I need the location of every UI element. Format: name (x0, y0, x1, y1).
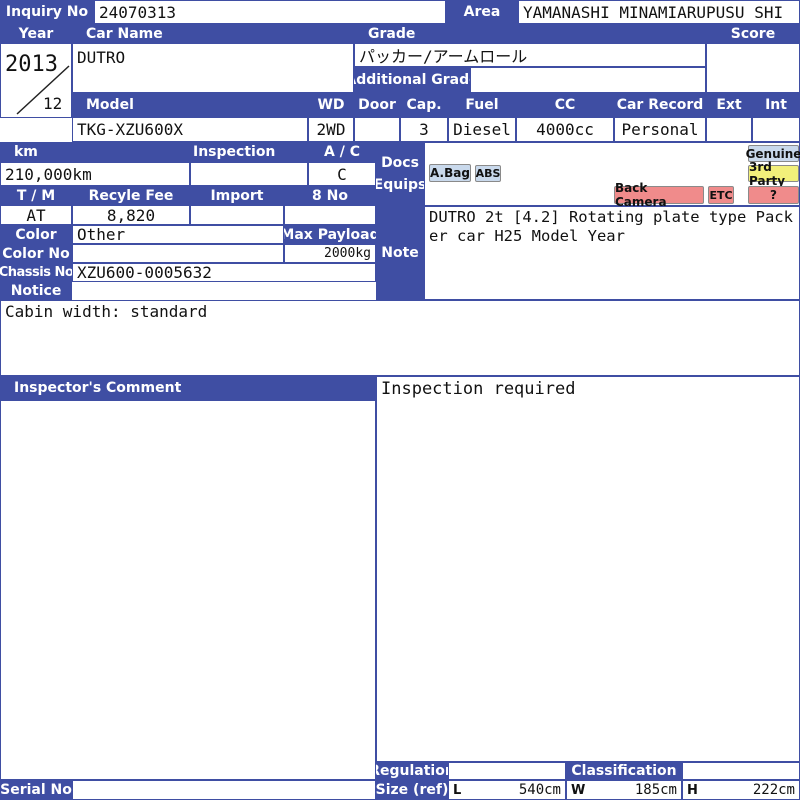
wd-value: 2WD (308, 117, 354, 142)
score-label: Score (706, 24, 800, 43)
eight-no-label: 8 No (284, 186, 376, 205)
eight-no-value (284, 205, 376, 225)
tm-label: T / M (0, 186, 72, 205)
regulation-value (448, 762, 566, 780)
ext-label: Ext (706, 93, 752, 117)
size-h-value: 222cm (752, 782, 795, 798)
fuel-label: Fuel (448, 93, 516, 117)
car-name-label: Car Name (72, 24, 354, 43)
door-value (354, 117, 400, 142)
ext-value (706, 117, 752, 142)
grade-value: パッカー/アームロール (354, 43, 706, 67)
cap-label: Cap. (400, 93, 448, 117)
notice-value: Cabin width: standard (0, 300, 800, 376)
wd-label: WD (308, 93, 354, 117)
km-label: km (0, 142, 190, 162)
regulation-label: Regulation (376, 762, 448, 780)
back-camera-tag: Back Camera (614, 181, 704, 209)
size-l-cell: L 540cm (448, 780, 566, 800)
size-w-value: 185cm (634, 782, 677, 798)
unknown-tag: ? (748, 186, 799, 204)
size-l-label: L (453, 782, 462, 798)
size-w-cell: W 185cm (566, 780, 682, 800)
ac-label: A / C (308, 142, 376, 162)
recycle-fee-value: 8,820 (72, 205, 190, 225)
color-no-label: Color No (0, 244, 72, 263)
area-value: YAMANASHI MINAMIARUPUSU SHI (518, 0, 800, 24)
import-label: Import (190, 186, 284, 205)
note-value: DUTRO 2t [4.2] Rotating plate type Packe… (424, 206, 800, 300)
ac-value: C (308, 162, 376, 186)
km-value: 210,000km (0, 162, 190, 186)
year-value: 2013 (5, 52, 58, 77)
size-h-label: H (687, 782, 698, 798)
notice-label: Notice (0, 282, 72, 300)
inspectors-comment-left (0, 400, 376, 780)
abs-tag: ABS (475, 165, 501, 182)
chassis-no-label: Chassis No (0, 263, 72, 282)
inspectors-comment-right: Inspection required (376, 376, 800, 762)
int-value (752, 117, 800, 142)
score-value (706, 43, 800, 93)
serial-no-value (72, 780, 376, 800)
chassis-no-value: XZU600-0005632 (72, 263, 376, 282)
equips-label: Equips (376, 177, 424, 193)
recycle-fee-label: Recyle Fee (72, 186, 190, 205)
car-name-value: DUTRO (72, 43, 354, 93)
inquiry-no-value: 24070313 (94, 0, 446, 24)
docs-label: Docs (381, 155, 419, 171)
size-l-value: 540cm (518, 782, 561, 798)
year-box: 2013 12 (0, 43, 72, 118)
inspection-value (190, 162, 308, 186)
grade-label: Grade (354, 24, 706, 43)
docs-equips-label: Docs Equips (376, 142, 424, 206)
model-label: Model (72, 93, 308, 117)
tm-value: AT (0, 205, 72, 225)
car-record-value: Personal (614, 117, 706, 142)
size-h-cell: H 222cm (682, 780, 800, 800)
size-w-label: W (571, 782, 586, 798)
etc-tag: ETC (708, 186, 734, 204)
size-ref-label: Size (ref) (376, 780, 448, 800)
note-label: Note (376, 206, 424, 300)
inspection-label: Inspection (190, 142, 308, 162)
cc-label: CC (516, 93, 614, 117)
serial-no-label: Serial No (0, 780, 72, 800)
model-value: TKG-XZU600X (72, 117, 308, 142)
year-label: Year (0, 24, 72, 43)
max-payload-label: Max Payload (284, 225, 376, 244)
classification-label: Classification (566, 762, 682, 780)
color-no-value (72, 244, 284, 263)
int-label: Int (752, 93, 800, 117)
inquiry-no-label: Inquiry No (0, 0, 94, 24)
import-value (190, 205, 284, 225)
airbag-tag: A.Bag (429, 164, 471, 182)
cap-value: 3 (400, 117, 448, 142)
door-label: Door (354, 93, 400, 117)
classification-value (682, 762, 800, 780)
area-label: Area (446, 0, 518, 24)
cc-value: 4000cc (516, 117, 614, 142)
car-record-label: Car Record (614, 93, 706, 117)
additional-grade-value (470, 67, 706, 93)
color-value: Other (72, 225, 284, 244)
fuel-value: Diesel (448, 117, 516, 142)
third-party-tag: 3rd Party (748, 160, 799, 188)
color-label: Color (0, 225, 72, 244)
month-value: 12 (43, 94, 63, 113)
inspectors-comment-label: Inspector's Comment (0, 376, 376, 400)
additional-grade-label: Additional Grade (354, 67, 470, 93)
max-payload-value: 2000kg (284, 244, 376, 263)
